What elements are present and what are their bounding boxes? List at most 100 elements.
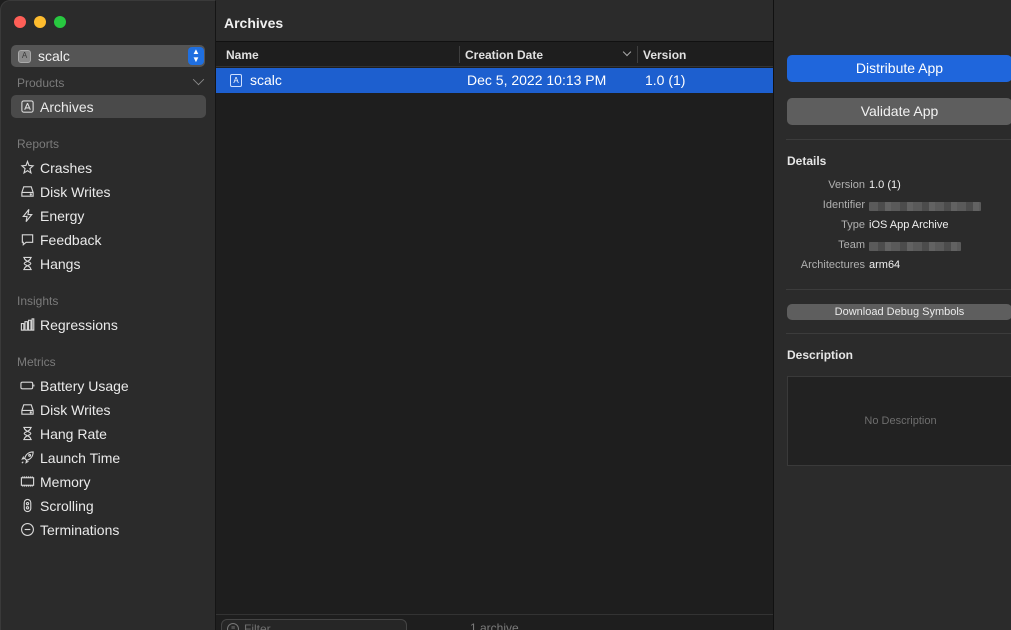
sidebar-item-crashes[interactable]: Crashes — [11, 156, 206, 179]
table-row[interactable]: A scalc Dec 5, 2022 10:13 PM 1.0 (1) — [216, 68, 773, 93]
speech-bubble-icon — [19, 232, 35, 248]
divider — [786, 139, 1011, 140]
sidebar-item-label: Disk Writes — [40, 401, 111, 418]
sidebar-item-label: Scrolling — [40, 497, 94, 514]
filter-placeholder: Filter — [244, 622, 271, 630]
description-heading: Description — [787, 348, 854, 362]
divider — [786, 289, 1011, 290]
detail-team: Team — [774, 239, 1011, 255]
zoom-window-button[interactable] — [54, 16, 66, 28]
bolt-icon — [19, 208, 35, 224]
sidebar: A scalc ▲ ▼ Products Archives Reports Cra… — [0, 0, 216, 630]
sidebar-item-label: Disk Writes — [40, 183, 111, 200]
disk-icon — [19, 402, 35, 418]
sidebar-item-label: Memory — [40, 473, 91, 490]
distribute-app-button[interactable]: Distribute App — [787, 55, 1011, 82]
minus-circle-icon — [19, 522, 35, 538]
column-divider[interactable] — [459, 46, 460, 63]
sidebar-item-energy[interactable]: Energy — [11, 204, 206, 227]
archive-count: 1 archive — [470, 621, 519, 630]
description-field[interactable]: No Description — [787, 376, 1011, 466]
sidebar-item-memory[interactable]: Memory — [11, 470, 206, 493]
archives-title-bar: Archives — [216, 0, 773, 42]
table-header: Name Creation Date Version — [216, 43, 773, 67]
sidebar-item-label: Energy — [40, 207, 85, 224]
rocket-icon — [19, 450, 35, 466]
detail-label: Type — [841, 219, 865, 231]
section-header-metrics: Metrics — [17, 355, 56, 369]
column-divider[interactable] — [637, 46, 638, 63]
details-heading: Details — [787, 154, 827, 168]
sidebar-item-label: Hang Rate — [40, 425, 107, 442]
archive-creation-date: Dec 5, 2022 10:13 PM — [467, 72, 607, 88]
scheme-selector[interactable]: A scalc ▲ ▼ — [11, 45, 205, 67]
chevron-down-icon[interactable] — [192, 73, 205, 86]
archive-name: scalc — [250, 72, 282, 88]
sidebar-item-feedback[interactable]: Feedback — [11, 228, 206, 251]
detail-label: Architectures — [800, 259, 865, 271]
sidebar-item-hang-rate[interactable]: Hang Rate — [11, 422, 206, 445]
app-store-icon: A — [18, 49, 31, 63]
archives-pane: Archives Name Creation Date Version A sc… — [216, 0, 773, 630]
chevron-up-down-icon[interactable]: ▲ ▼ — [188, 47, 204, 65]
sidebar-item-label: Hangs — [40, 255, 81, 272]
redacted-value — [869, 202, 981, 211]
disk-icon — [19, 184, 35, 200]
sidebar-item-launch-time[interactable]: Launch Time — [11, 446, 206, 469]
sidebar-item-scrolling[interactable]: Scrolling — [11, 494, 206, 517]
sidebar-item-label: Archives — [40, 98, 94, 115]
sidebar-item-label: Regressions — [40, 316, 118, 333]
column-header-version[interactable]: Version — [643, 48, 686, 62]
redacted-value — [869, 242, 961, 251]
archives-footer: ≡ Filter 1 archive — [216, 614, 773, 630]
sidebar-item-terminations[interactable]: Terminations — [11, 518, 206, 541]
sidebar-item-label: Crashes — [40, 159, 93, 176]
description-placeholder: No Description — [864, 415, 937, 427]
detail-version: Version 1.0 (1) — [774, 179, 1011, 195]
inspector-toolbar — [774, 0, 1011, 42]
download-debug-symbols-button[interactable]: Download Debug Symbols — [787, 304, 1011, 320]
column-header-creation-date[interactable]: Creation Date — [465, 48, 543, 62]
sidebar-item-hangs[interactable]: Hangs — [11, 252, 206, 275]
section-header-products: Products — [17, 76, 65, 90]
column-header-name[interactable]: Name — [226, 48, 259, 62]
detail-value: iOS App Archive — [869, 219, 949, 231]
divider — [786, 333, 1011, 334]
bars-icon — [19, 317, 35, 333]
memory-icon — [19, 474, 35, 490]
sidebar-item-battery-usage[interactable]: Battery Usage — [11, 374, 206, 397]
section-header-reports: Reports — [17, 137, 60, 151]
sidebar-item-disk-writes-report[interactable]: Disk Writes — [11, 180, 206, 203]
sort-descending-icon — [622, 47, 632, 57]
detail-value: arm64 — [869, 259, 901, 271]
crash-icon — [19, 160, 35, 176]
battery-icon — [19, 378, 35, 394]
sidebar-item-label: Battery Usage — [40, 377, 129, 394]
hourglass-icon — [19, 426, 35, 442]
detail-architectures: Architectures arm64 — [774, 259, 1011, 275]
scheme-label: scalc — [38, 48, 70, 64]
validate-app-button[interactable]: Validate App — [787, 98, 1011, 125]
minimize-window-button[interactable] — [34, 16, 46, 28]
filter-icon: ≡ — [227, 623, 239, 630]
page-title: Archives — [224, 15, 284, 31]
detail-type: Type iOS App Archive — [774, 219, 1011, 235]
sidebar-item-regressions[interactable]: Regressions — [11, 313, 206, 336]
window-controls — [14, 16, 66, 28]
detail-label: Team — [838, 239, 865, 251]
app-store-icon: A — [230, 74, 242, 87]
archive-version: 1.0 (1) — [645, 72, 686, 88]
sidebar-item-label: Launch Time — [40, 449, 121, 466]
sidebar-item-disk-writes-metric[interactable]: Disk Writes — [11, 398, 206, 421]
sidebar-item-label: Feedback — [40, 231, 102, 248]
hourglass-icon — [19, 256, 35, 272]
scroll-icon — [19, 498, 35, 514]
sidebar-item-archives[interactable]: Archives — [11, 95, 206, 118]
close-window-button[interactable] — [14, 16, 26, 28]
filter-input[interactable]: ≡ Filter — [221, 619, 407, 630]
archive-icon — [19, 99, 35, 115]
detail-identifier: Identifier — [774, 199, 1011, 215]
inspector-pane: Distribute App Validate App Details Vers… — [773, 0, 1011, 630]
detail-label: Version — [828, 179, 865, 191]
section-header-insights: Insights — [17, 294, 59, 308]
